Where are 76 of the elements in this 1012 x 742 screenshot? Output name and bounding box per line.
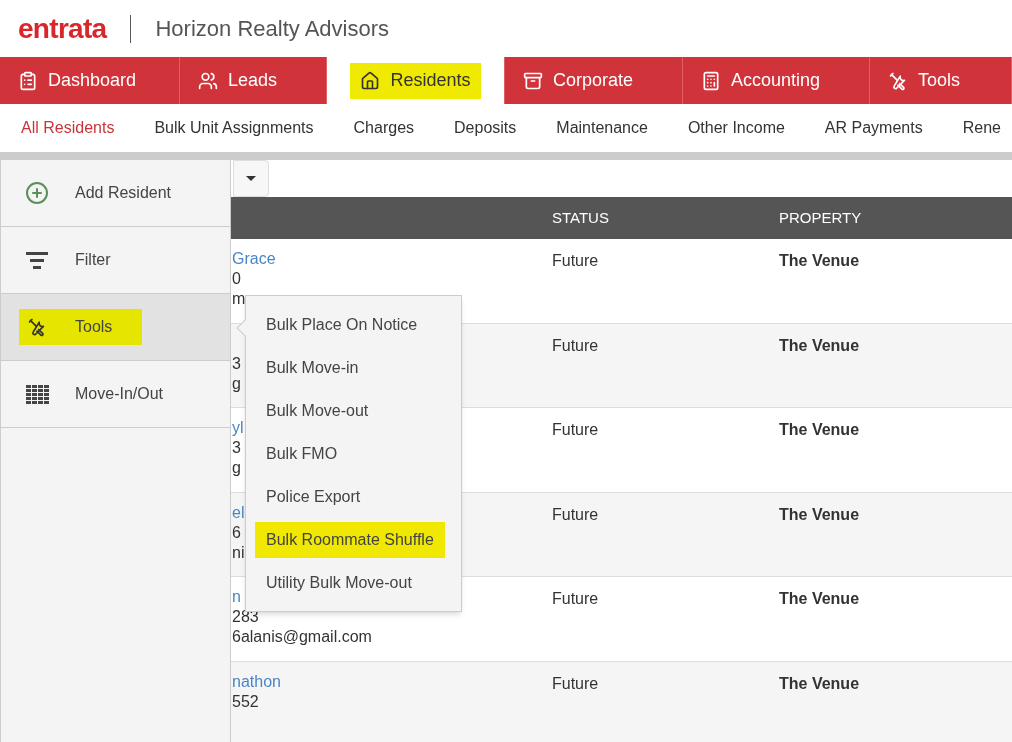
email: g	[232, 458, 241, 478]
menu-item[interactable]: Utility Bulk Move-out	[255, 564, 423, 601]
property-cell-text: The Venue	[779, 673, 860, 694]
email: g	[232, 373, 241, 394]
resident-name[interactable]: el	[232, 502, 245, 523]
menu-item[interactable]: Bulk Place On Notice	[255, 306, 429, 343]
property-cell-text: The Venue	[779, 504, 860, 525]
tab-label: Leads	[228, 69, 278, 92]
filter-icon	[26, 251, 48, 269]
sidebar-item[interactable]: Move-In/Out	[1, 361, 230, 428]
sub-tab[interactable]: Other Income	[687, 116, 785, 140]
property-cell-text: The Venue	[779, 335, 860, 356]
menu-item[interactable]: Bulk Move-out	[255, 392, 380, 429]
column-header: STATUS	[552, 207, 610, 228]
tab-label: Corporate	[553, 69, 634, 92]
property-cell-text: The Venue	[779, 589, 860, 609]
menu-item[interactable]: Police Export	[255, 478, 372, 515]
property-cell-text: The Venue	[779, 420, 860, 440]
status-cell-text: Future	[552, 335, 600, 356]
tab-label: Tools	[918, 69, 961, 92]
tab-label: Accounting	[731, 69, 821, 92]
clipboard-icon	[18, 70, 38, 91]
sidebar-label: Tools	[75, 317, 113, 337]
status-cell-text: Future	[552, 673, 600, 694]
resident-name[interactable]: nathon	[232, 671, 281, 692]
company-name: Horizon Realty Advisors	[155, 15, 389, 43]
email: ni	[232, 542, 245, 563]
phone-number: 552	[232, 691, 259, 712]
nav-tab[interactable]: Corporate	[505, 57, 683, 104]
phone-number: 3	[232, 353, 241, 374]
menu-item[interactable]: Bulk Move-in	[255, 349, 370, 386]
phone-number: 6	[232, 522, 241, 543]
tab-label: Dashboard	[48, 69, 137, 92]
nav-tab[interactable]: Tools	[870, 57, 1012, 104]
resident-name[interactable]: yl	[232, 418, 244, 438]
dropdown-button[interactable]	[233, 160, 269, 197]
sub-tab[interactable]: Maintenance	[556, 116, 648, 140]
users-icon	[198, 70, 218, 91]
resident-name[interactable]: n	[232, 587, 241, 607]
sub-tab[interactable]: Deposits	[454, 116, 517, 140]
resident-name[interactable]: Grace	[232, 249, 276, 269]
phone-number: 0	[232, 269, 241, 289]
tab-label: Residents	[390, 69, 471, 92]
sub-tab[interactable]: Rene	[962, 116, 1001, 140]
sub-tab[interactable]: AR Payments	[824, 116, 923, 140]
sidebar-label: Add Resident	[75, 183, 172, 203]
archive-icon	[523, 70, 543, 91]
phone-number: 3	[232, 438, 241, 458]
status-cell-text: Future	[552, 589, 600, 609]
logo[interactable]: entrata	[18, 14, 107, 43]
sub-tab[interactable]: Bulk Unit Assignments	[154, 116, 314, 140]
add-icon	[25, 181, 49, 205]
tools-icon	[27, 317, 47, 337]
property-cell-text: The Venue	[779, 251, 860, 271]
sub-tab[interactable]: Charges	[353, 116, 415, 140]
status-cell-text: Future	[552, 251, 600, 271]
sidebar-item[interactable]: Add Resident	[1, 160, 230, 227]
nav-tab[interactable]: Accounting	[683, 57, 870, 104]
column-header: PROPERTY	[779, 207, 862, 228]
tools-icon	[888, 70, 908, 91]
caret-icon	[246, 176, 256, 181]
sidebar-label: Move-In/Out	[75, 384, 164, 404]
sub-tab[interactable]: All Residents	[21, 116, 115, 140]
email: 6alanis@gmail.com	[232, 627, 372, 647]
calculator-icon	[701, 70, 721, 91]
home-icon	[360, 70, 381, 91]
sidebar-label: Filter	[75, 250, 111, 270]
status-cell-text: Future	[552, 420, 600, 440]
nav-tab[interactable]: Dashboard	[0, 57, 180, 104]
grid-icon	[25, 384, 49, 404]
email: m	[232, 289, 246, 309]
nav-tab[interactable]: Residents	[327, 57, 505, 104]
status-cell-text: Future	[552, 504, 600, 525]
menu-item[interactable]: Bulk FMO	[255, 435, 349, 472]
menu-item[interactable]: Bulk Roommate Shuffle	[255, 521, 445, 558]
sidebar-item[interactable]: Tools	[1, 294, 230, 361]
